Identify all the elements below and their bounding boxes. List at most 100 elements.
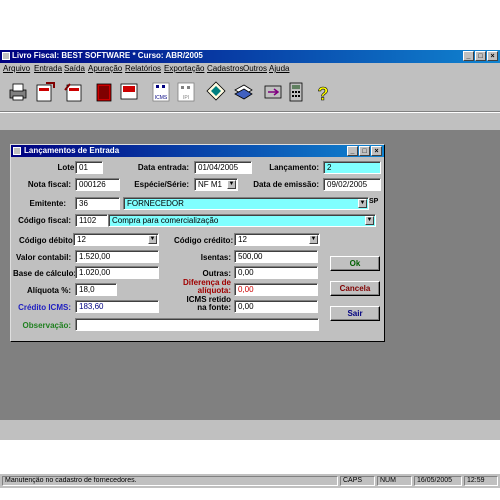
- toolbar-strip: [0, 112, 500, 131]
- dialog-icon: [13, 147, 21, 155]
- icms-icon[interactable]: ICMS: [150, 80, 172, 104]
- help-icon-glyph: ?: [318, 84, 329, 104]
- emitente-label: Emitente:: [29, 199, 66, 208]
- codigo-fiscal-select[interactable]: Compra para comercialização ▼: [108, 214, 376, 227]
- menu-ajuda[interactable]: Ajuda: [269, 64, 289, 73]
- diskette-icon[interactable]: [205, 80, 227, 104]
- transfer-icon[interactable]: [262, 80, 284, 104]
- emitente-code-field[interactable]: 36: [75, 197, 120, 210]
- lancamento-label: Lançamento:: [269, 163, 319, 172]
- dialog-title-bar[interactable]: Lançamentos de Entrada _ □ ×: [11, 145, 384, 157]
- status-bar: Manutenção no cadastro de fornecedores. …: [0, 473, 500, 488]
- credito-icms-field[interactable]: 183,60: [75, 300, 159, 313]
- ipi-icon[interactable]: IPI: [175, 80, 197, 104]
- chevron-down-icon[interactable]: ▼: [148, 235, 157, 244]
- menu-entrada[interactable]: Entrada: [34, 64, 62, 73]
- credito-icms-label: Crédito ICMS:: [18, 303, 71, 312]
- data-entrada-label: Data entrada:: [137, 163, 189, 172]
- status-caps: CAPS: [340, 476, 375, 486]
- menu-arquivo[interactable]: Arquivo: [3, 64, 30, 73]
- menu-bar: Arquivo Entrada Saída Apuração Relatório…: [0, 63, 500, 75]
- chevron-down-icon[interactable]: ▼: [227, 180, 236, 189]
- codigo-credito-label: Código crédito:: [174, 236, 234, 245]
- exit-button[interactable]: Sair: [330, 306, 380, 321]
- status-time: 12:59: [464, 476, 498, 486]
- diferenca-aliquota-field[interactable]: 0,00: [234, 283, 318, 296]
- observacao-field[interactable]: [75, 318, 319, 331]
- close-button[interactable]: ×: [487, 51, 498, 61]
- codigo-credito-value: 12: [238, 235, 247, 244]
- exit-doc-icon[interactable]: [62, 80, 84, 104]
- help-icon[interactable]: ?: [312, 80, 334, 105]
- entry-doc-icon[interactable]: [34, 80, 56, 104]
- codigo-credito-select[interactable]: 12 ▼: [234, 233, 320, 246]
- status-date: 16/05/2005: [414, 476, 462, 486]
- emitente-name-value: FORNECEDOR: [127, 199, 184, 208]
- maximize-button[interactable]: □: [475, 51, 486, 61]
- especie-serie-label: Espécie/Série:: [134, 180, 189, 189]
- app-title: Livro Fiscal: BEST SOFTWARE * Curso: ABR…: [12, 51, 203, 60]
- codigo-fiscal-description: Compra para comercialização: [112, 216, 219, 225]
- menu-cadastros[interactable]: Cadastros: [207, 64, 243, 73]
- observacao-label: Observação:: [22, 321, 71, 330]
- chevron-down-icon[interactable]: ▼: [309, 235, 318, 244]
- menu-apuracao[interactable]: Apuração: [88, 64, 122, 73]
- report-icon[interactable]: [118, 80, 140, 104]
- books-icon[interactable]: [232, 80, 254, 104]
- toolbar: ICMS IPI ?: [0, 77, 500, 112]
- codigo-debito-value: 12: [77, 235, 86, 244]
- diferenca-aliquota-label-line2: alíquota:: [197, 286, 231, 295]
- data-emissao-field[interactable]: 09/02/2005: [323, 178, 381, 191]
- lote-label: Lote:: [57, 163, 77, 172]
- icms-retido-label: ICMS retido na fonte:: [176, 296, 231, 312]
- dialog-minimize-button[interactable]: _: [347, 146, 358, 156]
- status-message: Manutenção no cadastro de fornecedores.: [2, 476, 338, 486]
- dialog-maximize-button[interactable]: □: [359, 146, 370, 156]
- codigo-fiscal-code-field[interactable]: 1102: [75, 214, 108, 227]
- chevron-down-icon[interactable]: ▼: [358, 199, 367, 208]
- nota-fiscal-label: Nota fiscal:: [27, 180, 71, 189]
- menu-saida[interactable]: Saída: [64, 64, 85, 73]
- isentas-field[interactable]: 500,00: [234, 250, 318, 263]
- nota-fiscal-field[interactable]: 000126: [75, 178, 120, 191]
- ipi-icon-label: IPI: [183, 95, 189, 101]
- valor-contabil-field[interactable]: 1.520,00: [75, 250, 159, 263]
- menu-relatorios[interactable]: Relatórios: [125, 64, 161, 73]
- codigo-debito-label: Código débito:: [19, 236, 76, 245]
- emitente-uf: SP: [369, 198, 379, 205]
- valor-contabil-label: Valor contabil:: [16, 253, 72, 262]
- aliquota-field[interactable]: 18,0: [75, 283, 117, 296]
- emitente-name-select[interactable]: FORNECEDOR ▼: [123, 197, 369, 210]
- diferenca-aliquota-label: Diferença de alíquota:: [176, 279, 231, 295]
- codigo-debito-select[interactable]: 12 ▼: [73, 233, 159, 246]
- menu-outros[interactable]: Outros: [243, 64, 267, 73]
- app-icon[interactable]: [2, 52, 10, 60]
- entry-dialog: Lançamentos de Entrada _ □ × Lote: 01 Da…: [10, 144, 385, 342]
- icms-icon-label: ICMS: [155, 95, 168, 101]
- especie-serie-value: NF M1: [198, 180, 222, 189]
- icms-retido-label-line2: na fonte:: [197, 303, 231, 312]
- app-title-bar[interactable]: Livro Fiscal: BEST SOFTWARE * Curso: ABR…: [0, 50, 500, 63]
- chevron-down-icon[interactable]: ▼: [365, 216, 374, 225]
- outras-field[interactable]: 0,00: [234, 266, 318, 279]
- base-calculo-label: Base de cálculo:: [13, 269, 77, 278]
- isentas-label: Isentas:: [200, 253, 231, 262]
- calculator-icon[interactable]: [285, 80, 307, 104]
- cancel-button[interactable]: Cancela: [330, 281, 380, 296]
- lancamento-field[interactable]: 2: [323, 161, 381, 174]
- outras-label: Outras:: [202, 269, 231, 278]
- data-emissao-label: Data de emissão:: [253, 180, 319, 189]
- print-icon[interactable]: [7, 80, 29, 104]
- ok-button[interactable]: Ok: [330, 256, 380, 271]
- especie-serie-select[interactable]: NF M1 ▼: [194, 178, 238, 191]
- lote-field[interactable]: 01: [75, 161, 103, 174]
- icms-retido-field[interactable]: 0,00: [234, 300, 318, 313]
- dialog-close-button[interactable]: ×: [371, 146, 382, 156]
- data-entrada-field[interactable]: 01/04/2005: [194, 161, 252, 174]
- base-calculo-field[interactable]: 1.020,00: [75, 266, 159, 279]
- menu-exportacao[interactable]: Exportação: [164, 64, 204, 73]
- book-icon[interactable]: [93, 80, 115, 104]
- status-num: NUM: [377, 476, 412, 486]
- aliquota-label: Alíquota %:: [27, 286, 71, 295]
- minimize-button[interactable]: _: [463, 51, 474, 61]
